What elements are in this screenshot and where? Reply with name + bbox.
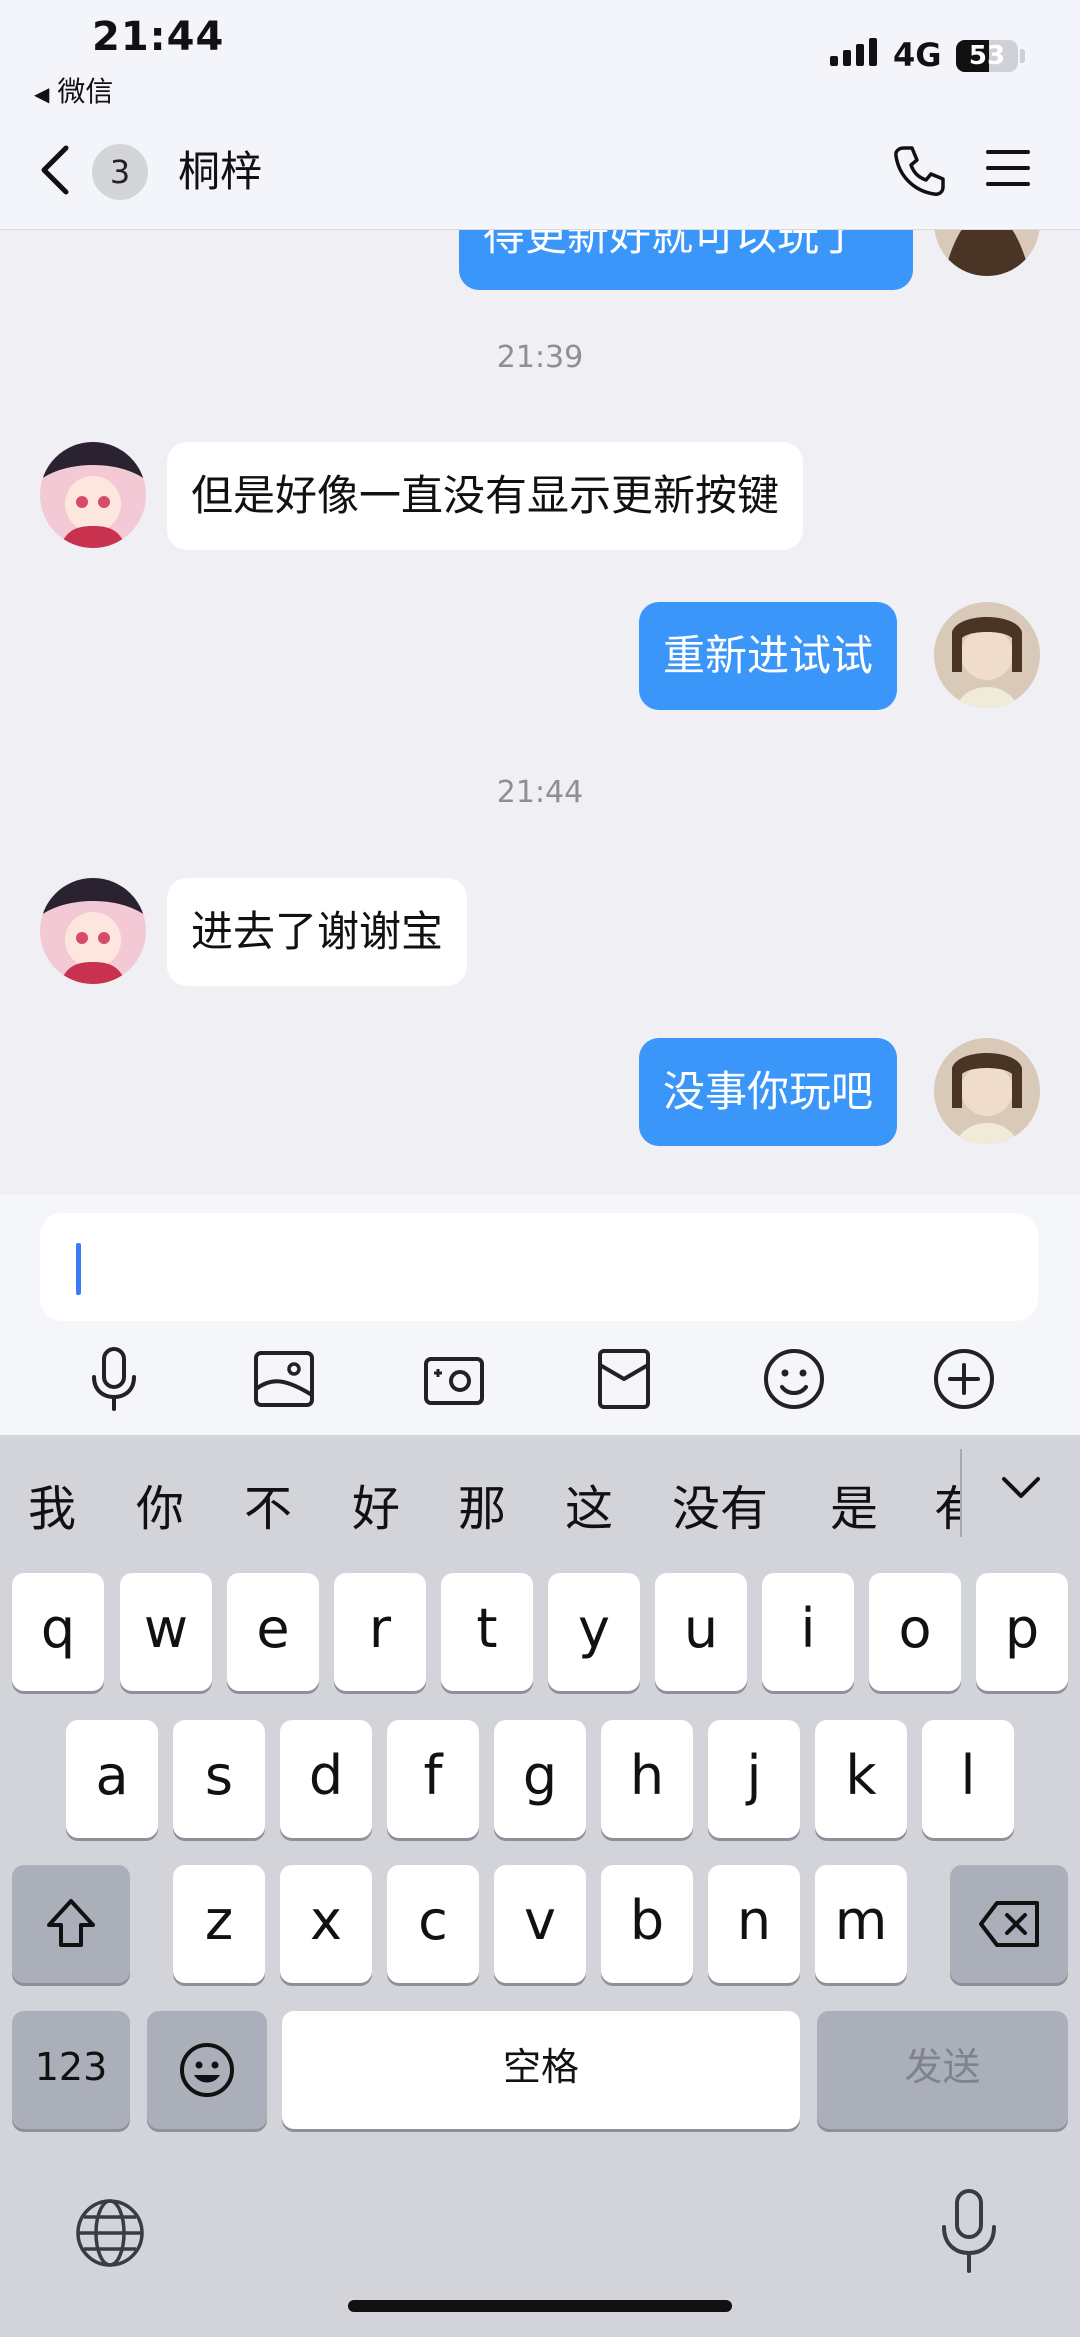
message-timestamp: 21:44	[496, 775, 584, 810]
candidate-word[interactable]: 没有	[672, 1469, 768, 1539]
candidate-word[interactable]: 你	[136, 1469, 184, 1539]
my-avatar[interactable]	[934, 230, 1040, 276]
status-time: 21:44	[92, 14, 225, 60]
dictation-mic-icon[interactable]	[934, 2187, 1004, 2277]
candidate-word[interactable]: 是	[830, 1469, 878, 1539]
message-bubble-incoming[interactable]: 进去了谢谢宝	[167, 878, 468, 986]
key-a[interactable]: a	[66, 1720, 158, 1838]
key-e[interactable]: e	[227, 1573, 319, 1691]
key-x[interactable]: x	[280, 1865, 372, 1983]
key-d[interactable]: d	[280, 1720, 372, 1838]
candidate-word[interactable]: 有	[934, 1469, 960, 1539]
contact-avatar[interactable]	[40, 442, 146, 548]
candidate-bar: 我 你 不 好 那 这 没有 是 有	[0, 1435, 1080, 1557]
keyboard: 我 你 不 好 那 这 没有 是 有 q w e r t y u i o p a…	[0, 1435, 1080, 2337]
emoji-face-icon	[180, 2043, 234, 2097]
backspace-icon	[979, 1901, 1039, 1947]
message-list[interactable]: 得更新好就可以玩了 21:39 但是好像一直没有显示更新按键 重新进试试 21:…	[0, 230, 1080, 1195]
my-avatar[interactable]	[934, 1038, 1040, 1144]
message-bubble-incoming[interactable]: 但是好像一直没有显示更新按键	[167, 442, 804, 550]
network-type: 4G	[893, 36, 942, 74]
key-b[interactable]: b	[601, 1865, 693, 1983]
message-bubble-outgoing[interactable]: 重新进试试	[639, 602, 898, 710]
key-q[interactable]: q	[12, 1573, 104, 1691]
home-indicator[interactable]	[348, 2300, 732, 2312]
plus-icon[interactable]	[928, 1343, 1000, 1415]
message-bubble-outgoing[interactable]: 得更新好就可以玩了	[459, 230, 913, 290]
key-i[interactable]: i	[762, 1573, 854, 1691]
key-g[interactable]: g	[494, 1720, 586, 1838]
globe-icon[interactable]	[72, 2195, 148, 2271]
red-packet-icon[interactable]	[588, 1343, 660, 1415]
key-p[interactable]: p	[976, 1573, 1068, 1691]
delete-key[interactable]	[950, 1865, 1068, 1983]
battery-icon: 53	[956, 40, 1018, 72]
message-input[interactable]	[40, 1213, 1038, 1321]
emoji-icon[interactable]	[758, 1343, 830, 1415]
key-w[interactable]: w	[120, 1573, 212, 1691]
key-n[interactable]: n	[708, 1865, 800, 1983]
key-l[interactable]: l	[922, 1720, 1014, 1838]
send-key[interactable]: 发送	[817, 2011, 1068, 2129]
message-bubble-outgoing[interactable]: 没事你玩吧	[639, 1038, 898, 1146]
key-z[interactable]: z	[173, 1865, 265, 1983]
key-u[interactable]: u	[655, 1573, 747, 1691]
chat-title[interactable]: 桐梓	[178, 144, 262, 200]
composer	[0, 1195, 1080, 1435]
key-y[interactable]: y	[548, 1573, 640, 1691]
key-m[interactable]: m	[815, 1865, 907, 1983]
back-app-label: 微信	[57, 75, 114, 108]
candidate-word[interactable]: 不	[244, 1469, 292, 1539]
candidate-word[interactable]: 这	[565, 1469, 613, 1539]
top-bar: 21:44 ◀ 微信 4G 53 3 桐梓	[0, 0, 1080, 230]
key-s[interactable]: s	[173, 1720, 265, 1838]
key-o[interactable]: o	[869, 1573, 961, 1691]
shift-arrow-icon	[47, 1899, 95, 1947]
key-v[interactable]: v	[494, 1865, 586, 1983]
back-triangle-icon: ◀	[34, 82, 50, 106]
back-chevron-icon[interactable]	[34, 142, 74, 198]
shift-key[interactable]	[12, 1865, 130, 1983]
text-caret	[76, 1243, 81, 1295]
back-to-app-link[interactable]: ◀ 微信	[34, 70, 113, 110]
battery-level: 53	[968, 41, 1006, 71]
my-avatar[interactable]	[934, 602, 1040, 708]
numbers-key[interactable]: 123	[12, 2011, 130, 2129]
key-t[interactable]: t	[441, 1573, 533, 1691]
message-timestamp: 21:39	[496, 340, 584, 375]
menu-icon[interactable]	[985, 146, 1031, 190]
chevron-down-icon[interactable]	[996, 1463, 1046, 1513]
space-key[interactable]: 空格	[282, 2011, 800, 2129]
emoji-key[interactable]	[147, 2011, 267, 2129]
key-c[interactable]: c	[387, 1865, 479, 1983]
candidate-word[interactable]: 那	[458, 1469, 506, 1539]
candidate-divider	[960, 1449, 962, 1537]
camera-icon[interactable]	[418, 1343, 490, 1415]
key-j[interactable]: j	[708, 1720, 800, 1838]
phone-icon[interactable]	[890, 142, 948, 200]
key-r[interactable]: r	[334, 1573, 426, 1691]
key-k[interactable]: k	[815, 1720, 907, 1838]
candidate-word[interactable]: 我	[28, 1469, 76, 1539]
unread-badge[interactable]: 3	[92, 144, 148, 200]
candidate-word[interactable]: 好	[352, 1469, 400, 1539]
contact-avatar[interactable]	[40, 878, 146, 984]
key-h[interactable]: h	[601, 1720, 693, 1838]
image-icon[interactable]	[248, 1343, 320, 1415]
key-f[interactable]: f	[387, 1720, 479, 1838]
microphone-icon[interactable]	[78, 1343, 150, 1415]
battery-cap	[1020, 49, 1025, 63]
signal-icon	[830, 38, 877, 66]
